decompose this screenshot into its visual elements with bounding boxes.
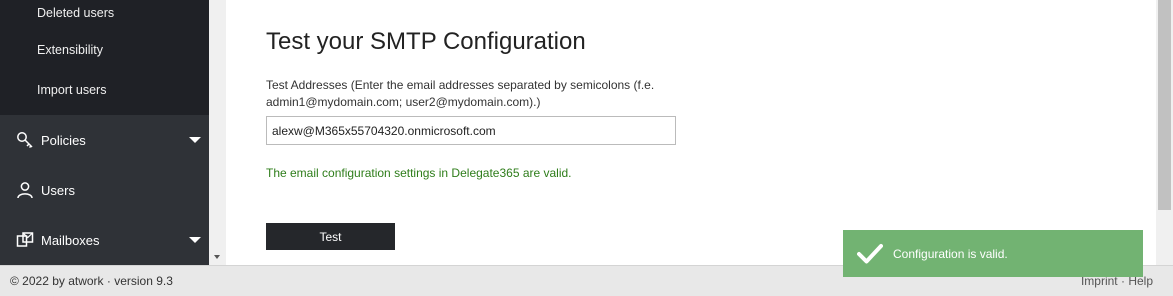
- sidebar-item-label: Mailboxes: [41, 232, 100, 248]
- validation-success-message: The email configuration settings in Dele…: [266, 166, 572, 180]
- sidebar-item-label: Users: [41, 182, 75, 198]
- mailbox-icon: [15, 230, 35, 250]
- user-icon: [15, 180, 35, 200]
- sidebar-item-label: Deleted users: [37, 6, 115, 20]
- success-toast[interactable]: Configuration is valid.: [843, 230, 1143, 277]
- sidebar-item-policies[interactable]: Policies: [0, 115, 209, 165]
- page-title: Test your SMTP Configuration: [266, 28, 586, 55]
- checkmark-icon: [857, 241, 883, 267]
- caret-down-icon: [189, 237, 201, 243]
- sidebar-submenu: Deleted users Extensibility Import users: [0, 0, 209, 115]
- sidebar-item-users[interactable]: Users: [0, 165, 209, 215]
- scrollbar-thumb[interactable]: [1158, 0, 1171, 210]
- sidebar-scrollbar[interactable]: [209, 0, 226, 265]
- sidebar-item-deleted-users[interactable]: Deleted users: [0, 0, 209, 30]
- copyright-text: © 2022 by atwork · version 9.3: [10, 274, 173, 288]
- main-content: Test your SMTP Configuration Test Addres…: [226, 0, 1156, 265]
- sidebar: Deleted users Extensibility Import users…: [0, 0, 209, 265]
- sidebar-item-mailboxes[interactable]: Mailboxes: [0, 215, 209, 265]
- key-icon: [15, 130, 35, 150]
- toast-message: Configuration is valid.: [893, 246, 1008, 261]
- sidebar-item-label: Extensibility: [37, 43, 103, 57]
- sidebar-item-extensibility[interactable]: Extensibility: [0, 30, 209, 70]
- caret-down-icon: [189, 137, 201, 143]
- sidebar-item-label: Policies: [41, 132, 86, 148]
- test-addresses-input[interactable]: [266, 116, 676, 145]
- main-scrollbar[interactable]: [1156, 0, 1173, 265]
- scroll-down-arrow-icon[interactable]: [214, 255, 220, 259]
- sidebar-item-import-users[interactable]: Import users: [0, 70, 209, 110]
- test-button[interactable]: Test: [266, 223, 395, 250]
- sidebar-item-label: Import users: [37, 83, 107, 97]
- test-addresses-label: Test Addresses (Enter the email addresse…: [266, 78, 655, 109]
